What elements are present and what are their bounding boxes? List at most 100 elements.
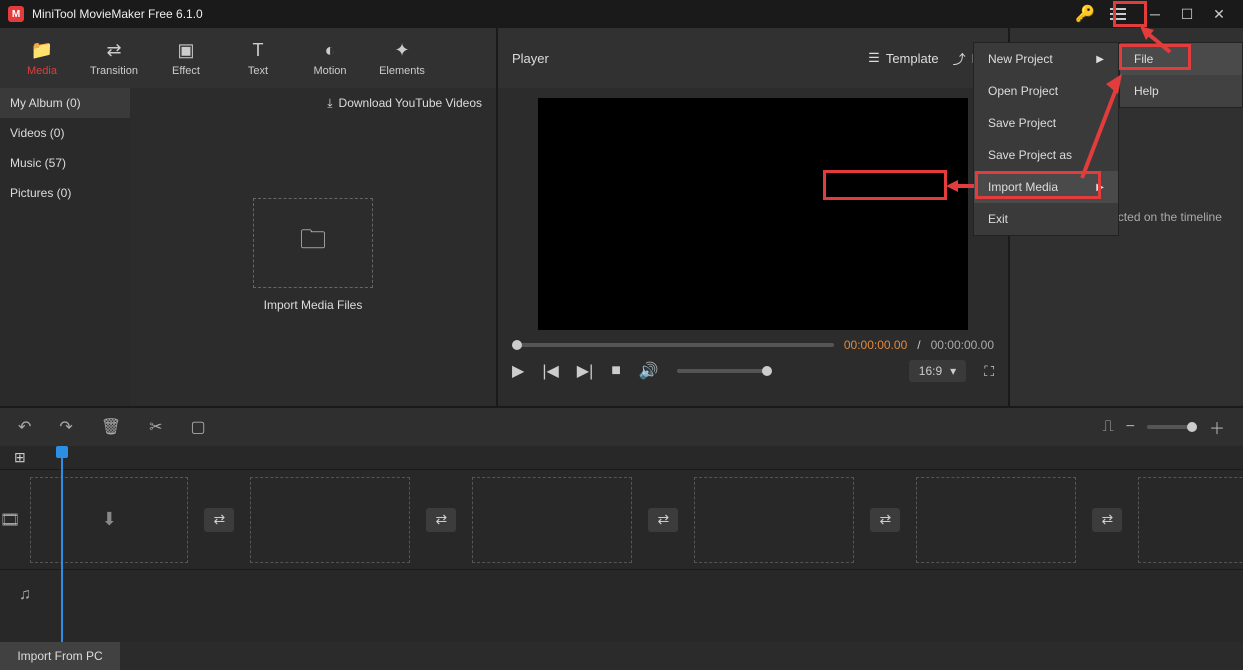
seek-bar[interactable] [512,343,834,347]
menu-open-project[interactable]: Open Project [974,75,1118,107]
duration: 00:00:00.00 [931,338,994,352]
audio-track: ♫ [0,570,1243,620]
tab-transition[interactable]: ⇄ Transition [78,40,150,77]
menu-import-media[interactable]: Import Media ▶ [974,171,1118,203]
main-menu: New Project ▶ Open Project Save Project … [973,42,1119,236]
snap-button[interactable]: ⎍ [1102,418,1113,436]
close-button[interactable]: ✕ [1203,0,1235,28]
zoom-slider[interactable] [1147,425,1197,429]
menu-save-project-as-label: Save Project as [988,148,1072,162]
zoom-out-button[interactable]: − [1126,418,1135,436]
license-key-icon[interactable]: 🔑 [1075,4,1095,24]
tab-transition-label: Transition [90,65,138,77]
minimize-button[interactable]: ─ [1139,0,1171,28]
clip-slot[interactable] [250,477,410,563]
elements-icon: ✦ [394,40,409,61]
video-track: 🎞 ⬇ ⇄ ⇄ ⇄ ⇄ ⇄ [0,470,1243,570]
audio-track-icon: ♫ [0,586,50,604]
tab-elements[interactable]: ✦ Elements [366,40,438,77]
album-content: ⤓ Download YouTube Videos 🗀 Import Media… [130,88,496,406]
split-button[interactable]: ✂ [149,417,162,437]
undo-button[interactable]: ↶ [18,417,31,437]
app-logo: M [8,6,24,22]
timeline: ⊞ 🎞 ⬇ ⇄ ⇄ ⇄ ⇄ ⇄ ♫ [0,446,1243,642]
menu-help-label: Help [1134,84,1159,98]
maximize-button[interactable]: ☐ [1171,0,1203,28]
transition-slot[interactable]: ⇄ [1092,508,1122,532]
menu-save-project-label: Save Project [988,116,1056,130]
tab-effect[interactable]: ▣ Effect [150,40,222,77]
clip-slot[interactable] [1138,477,1243,563]
aspect-value: 16:9 [919,364,942,378]
transition-slot[interactable]: ⇄ [648,508,678,532]
zoom-in-button[interactable]: ＋ [1209,415,1225,439]
next-frame-button[interactable]: ▶| [577,361,593,381]
menu-new-project-label: New Project [988,52,1053,66]
title-bar: M MiniTool MovieMaker Free 6.1.0 🔑 ─ ☐ ✕ [0,0,1243,28]
video-track-icon: 🎞 [0,510,20,530]
album-music[interactable]: Music (57) [0,148,130,178]
seek-thumb[interactable] [512,340,522,350]
fullscreen-button[interactable]: ⛶ [984,363,994,380]
tab-text[interactable]: T Text [222,40,294,77]
chevron-down-icon: ▾ [950,364,956,378]
crop-button[interactable]: ▢ [191,417,206,437]
template-label: Template [886,51,939,66]
menu-help[interactable]: Help [1120,75,1242,107]
tab-motion[interactable]: ◐ Motion [294,40,366,77]
menu-import-media-label: Import Media [988,180,1058,194]
volume-thumb[interactable] [762,366,772,376]
timeline-ruler[interactable]: ⊞ [0,446,1243,470]
clip-slot[interactable] [472,477,632,563]
add-track-button[interactable]: ⊞ [14,449,26,466]
clip-slot[interactable]: ⬇ [30,477,188,563]
album-my-album[interactable]: My Album (0) [0,88,130,118]
album-videos[interactable]: Videos (0) [0,118,130,148]
import-media-dropzone[interactable]: 🗀 [253,198,373,288]
playhead[interactable] [56,446,68,458]
hamburger-menu-button[interactable] [1101,1,1135,27]
menu-save-project-as[interactable]: Save Project as [974,139,1118,171]
tab-elements-label: Elements [379,65,425,77]
clip-slot[interactable] [694,477,854,563]
delete-button[interactable]: 🗑 [101,417,121,437]
zoom-thumb[interactable] [1187,422,1197,432]
template-button[interactable]: ☰ Template [868,50,938,66]
download-youtube-button[interactable]: ⤓ Download YouTube Videos [130,88,496,118]
menu-file[interactable]: File [1120,43,1242,75]
player-title: Player [512,51,854,66]
transition-slot[interactable]: ⇄ [870,508,900,532]
submenu-import-from-pc[interactable]: Import From PC [0,642,120,670]
play-button[interactable]: ▶ [512,361,524,381]
motion-icon: ◐ [325,40,336,61]
album-pictures[interactable]: Pictures (0) [0,178,130,208]
player-panel: Player ☰ Template ⤴ Exp 00:00:00.00 / 00… [498,28,1008,406]
transition-slot[interactable]: ⇄ [204,508,234,532]
current-time: 00:00:00.00 [844,338,907,352]
tab-media[interactable]: 📁 Media [6,40,78,77]
hamburger-icon [1110,8,1126,20]
folder-icon: 🗀 [300,221,326,265]
album-list: My Album (0) Videos (0) Music (57) Pictu… [0,88,130,406]
redo-button[interactable]: ↷ [59,417,72,437]
menu-new-project[interactable]: New Project ▶ [974,43,1118,75]
stop-button[interactable]: ■ [611,362,621,380]
media-panel: 📁 Media ⇄ Transition ▣ Effect T Text ◐ M… [0,28,498,406]
template-icon: ☰ [868,50,880,66]
volume-icon[interactable]: 🔊 [639,361,659,381]
import-media-label: Import Media Files [130,298,496,312]
volume-slider[interactable] [677,369,767,373]
menu-exit[interactable]: Exit [974,203,1118,235]
clip-slot[interactable] [916,477,1076,563]
transition-icon: ⇄ [106,40,121,61]
video-preview [538,98,968,330]
tab-media-label: Media [27,65,57,77]
transition-slot[interactable]: ⇄ [426,508,456,532]
export-icon: ⤴ [953,49,966,68]
menu-save-project[interactable]: Save Project [974,107,1118,139]
download-icon: ⬇ [102,509,117,530]
aspect-ratio-select[interactable]: 16:9 ▾ [909,360,966,382]
prev-frame-button[interactable]: |◀ [542,361,558,381]
text-icon: T [253,40,264,61]
menu-file-label: File [1134,52,1153,66]
